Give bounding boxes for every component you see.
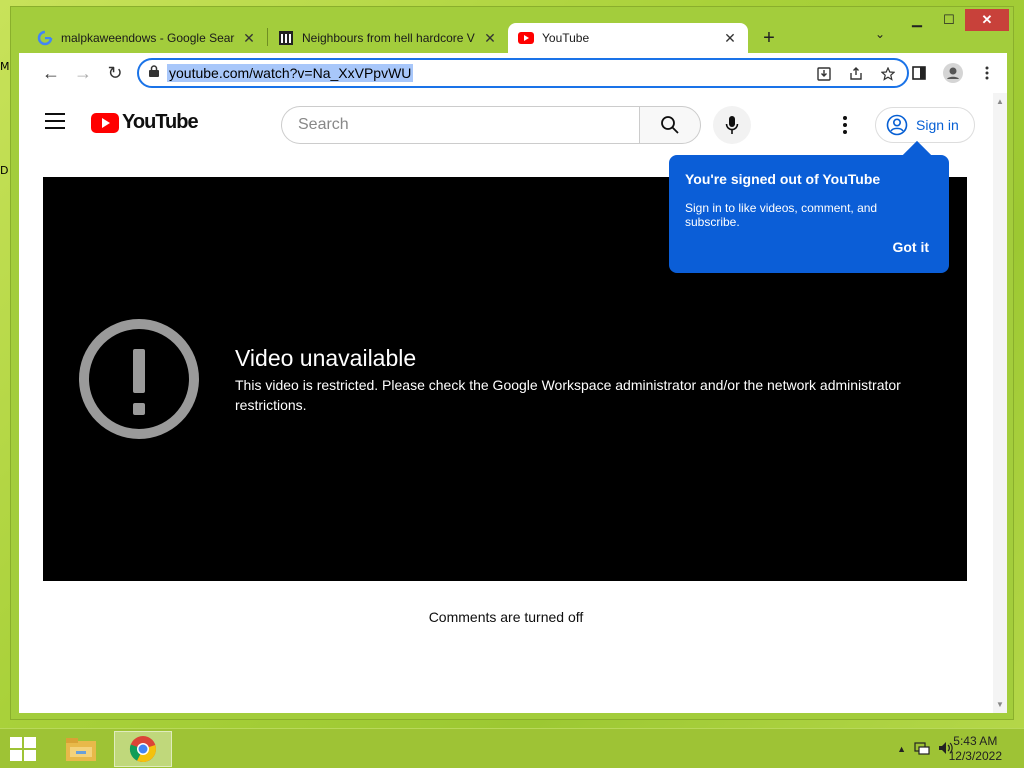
tab-google-search[interactable]: malpkaweendows - Google Sear ✕ <box>27 23 267 53</box>
comments-status: Comments are turned off <box>428 609 584 625</box>
tab-youtube[interactable]: YouTube ✕ <box>508 23 748 53</box>
bookmark-star-icon[interactable] <box>875 63 901 85</box>
search-button[interactable] <box>639 106 701 144</box>
sign-in-button[interactable]: Sign in <box>875 107 975 143</box>
share-icon[interactable] <box>843 63 869 85</box>
window-controls: ▁ ☐ ✕ <box>901 9 1009 31</box>
clock-date: 12/3/2022 <box>948 749 1002 763</box>
browser-menu-icon[interactable] <box>971 57 1003 89</box>
logo-text: YouTube <box>122 111 199 133</box>
desktop-icon-label[interactable]: M <box>0 60 10 73</box>
page-scrollbar[interactable]: ▲ ▼ <box>993 93 1007 713</box>
got-it-button[interactable]: Got it <box>892 239 929 255</box>
toolbar-right <box>903 57 1003 89</box>
browser-window: ▁ ☐ ✕ malpkaweendows - Google Sear ✕ Nei… <box>10 6 1014 720</box>
windows-start-icon[interactable] <box>10 737 38 761</box>
page-content: YouTube Search Sign in Video unavailable… <box>19 93 1007 713</box>
search-icon <box>661 116 679 134</box>
popup-title: You're signed out of YouTube <box>685 171 881 187</box>
close-window-button[interactable]: ✕ <box>965 9 1009 31</box>
browser-toolbar: ← → ↻ youtube.com/watch?v=Na_XxVPpvWU <box>19 53 1007 93</box>
side-panel-icon[interactable] <box>903 57 935 89</box>
tab-title: malpkaweendows - Google Sear <box>61 31 235 45</box>
system-tray: ▲ <box>897 741 954 758</box>
sign-in-label: Sign in <box>916 117 959 133</box>
address-bar[interactable]: youtube.com/watch?v=Na_XxVPpvWU <box>137 58 909 88</box>
clock-time: 5:43 AM <box>953 734 998 748</box>
youtube-play-icon <box>91 112 119 133</box>
reload-button[interactable]: ↻ <box>99 57 131 89</box>
url-text[interactable]: youtube.com/watch?v=Na_XxVPpvWU <box>167 64 414 82</box>
error-message: This video is restricted. Please check t… <box>235 377 901 413</box>
tab-strip: malpkaweendows - Google Sear ✕ Neighbour… <box>27 21 784 53</box>
tab-neighbours[interactable]: Neighbours from hell hardcore V ✕ <box>268 23 508 53</box>
account-icon <box>886 114 908 136</box>
file-explorer-icon[interactable] <box>52 731 110 767</box>
maximize-button[interactable]: ☐ <box>933 9 965 31</box>
tray-expand-icon[interactable]: ▲ <box>897 744 906 758</box>
profile-avatar-icon[interactable] <box>937 57 969 89</box>
close-tab-icon[interactable]: ✕ <box>722 30 738 47</box>
close-tab-icon[interactable]: ✕ <box>241 30 257 47</box>
popup-text: Sign in to like videos, comment, and sub… <box>685 201 878 229</box>
tab-title: YouTube <box>542 31 590 45</box>
lock-icon[interactable] <box>149 64 159 82</box>
menu-icon[interactable] <box>45 113 65 134</box>
google-icon <box>37 30 53 46</box>
institution-icon <box>278 30 294 46</box>
voice-search-button[interactable] <box>713 106 751 144</box>
search-input[interactable]: Search <box>281 106 639 144</box>
close-tab-icon[interactable]: ✕ <box>482 30 498 47</box>
warning-icon <box>79 319 199 439</box>
scroll-up-icon[interactable]: ▲ <box>996 97 1004 106</box>
taskbar: ▲ 5:43 AM 12/3/2022 <box>0 728 1024 768</box>
minimize-button[interactable]: ▁ <box>901 9 933 31</box>
signed-out-popup: You're signed out of YouTube Sign in to … <box>669 155 949 273</box>
microphone-icon <box>725 116 739 134</box>
network-icon[interactable] <box>914 741 930 758</box>
settings-more-icon[interactable] <box>835 109 855 141</box>
taskbar-clock[interactable]: 5:43 AM 12/3/2022 <box>949 734 1002 764</box>
chrome-taskbar-icon[interactable] <box>114 731 172 767</box>
tab-search-icon[interactable]: ⌄ <box>875 27 885 41</box>
tab-title: Neighbours from hell hardcore V <box>302 31 475 45</box>
youtube-logo[interactable]: YouTube <box>91 111 199 134</box>
error-title: Video unavailable <box>235 345 417 371</box>
address-bar-actions <box>811 63 901 85</box>
scroll-down-icon[interactable]: ▼ <box>996 700 1004 709</box>
desktop-icon-label[interactable]: D <box>0 164 8 177</box>
install-icon[interactable] <box>811 63 837 85</box>
youtube-icon <box>518 30 534 46</box>
youtube-header: YouTube Search Sign in <box>19 93 993 149</box>
back-button[interactable]: ← <box>35 57 67 89</box>
forward-button[interactable]: → <box>67 57 99 89</box>
new-tab-button[interactable]: + <box>754 23 784 53</box>
